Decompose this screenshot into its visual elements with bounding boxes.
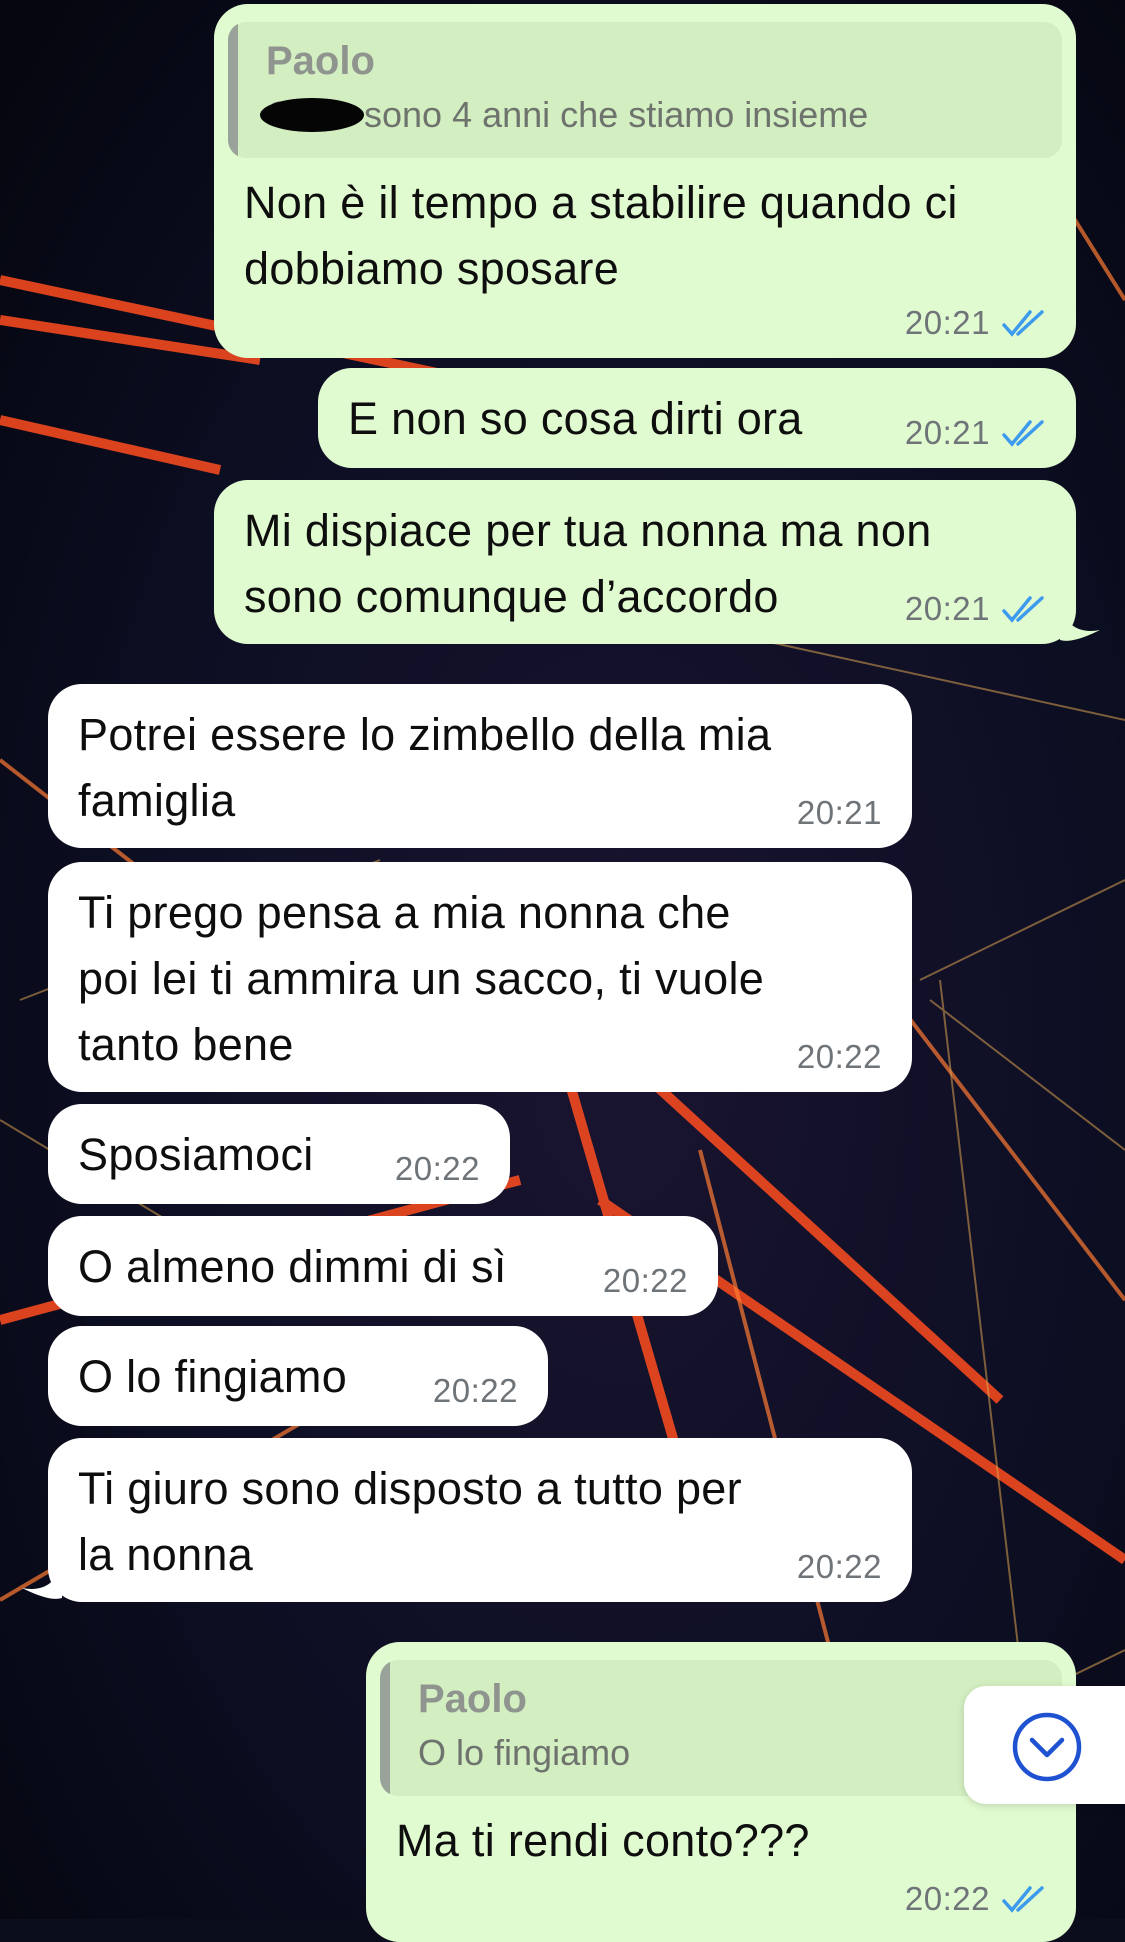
message-text: O almeno dimmi di sì	[78, 1241, 507, 1292]
message-time: 20:21	[904, 304, 990, 341]
incoming-message[interactable]: O almeno dimmi di sì 20:22	[48, 1216, 718, 1316]
message-time: 20:21	[796, 794, 882, 831]
message-time: 20:22	[602, 1262, 688, 1299]
incoming-message[interactable]: Ti giuro sono disposto a tutto per la no…	[48, 1438, 912, 1602]
reply-quote[interactable]: Paolo C sono 4 anni che stiamo insieme	[228, 22, 1062, 158]
quote-text: O lo fingiamo	[418, 1732, 631, 1773]
quote-author: Paolo	[266, 39, 375, 83]
scroll-to-bottom-button[interactable]	[964, 1686, 1125, 1804]
message-meta: 20:21	[905, 304, 1048, 342]
quote-text: C sono 4 anni che stiamo insieme	[260, 88, 1042, 142]
outgoing-message[interactable]: E non so cosa dirti ora 20:21	[318, 368, 1076, 468]
chevron-down-circle-icon	[1012, 1712, 1082, 1782]
message-time: 20:22	[394, 1150, 480, 1187]
message-time: 20:21	[904, 590, 990, 627]
message-time: 20:22	[432, 1372, 518, 1409]
double-check-read-icon	[1002, 420, 1044, 447]
quote-text-rest: sono 4 anni che stiamo insieme	[364, 94, 869, 135]
outgoing-message[interactable]: Mi dispiace per tua nonna ma non sono co…	[214, 480, 1076, 644]
double-check-read-icon	[1002, 1886, 1044, 1913]
quote-author: Paolo	[418, 1677, 527, 1721]
incoming-message[interactable]: Sposiamoci 20:22	[48, 1104, 510, 1204]
incoming-message[interactable]: O lo fingiamo 20:22	[48, 1326, 548, 1426]
message-time: 20:22	[796, 1038, 882, 1075]
incoming-message[interactable]: Ti prego pensa a mia nonna che poi lei t…	[48, 862, 912, 1092]
message-text: Non è il tempo a stabilire quando ci dob…	[244, 177, 958, 294]
message-text: Ma ti rendi conto???	[396, 1815, 810, 1866]
incoming-message[interactable]: Potrei essere lo zimbello della mia fami…	[48, 684, 912, 848]
bubble-tail	[22, 1562, 62, 1599]
message-text: Potrei essere lo zimbello della mia fami…	[78, 709, 772, 826]
double-check-read-icon	[1002, 310, 1044, 337]
message-text: Ti giuro sono disposto a tutto per la no…	[78, 1463, 742, 1580]
message-meta: 20:21	[905, 414, 1048, 452]
message-time: 20:21	[904, 414, 990, 451]
redaction-mark	[260, 98, 364, 133]
message-time: 20:22	[796, 1548, 882, 1585]
double-check-read-icon	[1002, 596, 1044, 623]
message-meta: 20:21	[905, 590, 1048, 628]
bubble-tail	[1060, 604, 1100, 641]
message-time: 20:22	[904, 1880, 990, 1917]
outgoing-message[interactable]: Paolo C sono 4 anni che stiamo insieme N…	[214, 4, 1076, 358]
reply-quote[interactable]: Paolo O lo fingiamo	[380, 1660, 1062, 1796]
message-text: Ti prego pensa a mia nonna che poi lei t…	[78, 887, 765, 1070]
message-meta: 20:22	[905, 1880, 1048, 1918]
